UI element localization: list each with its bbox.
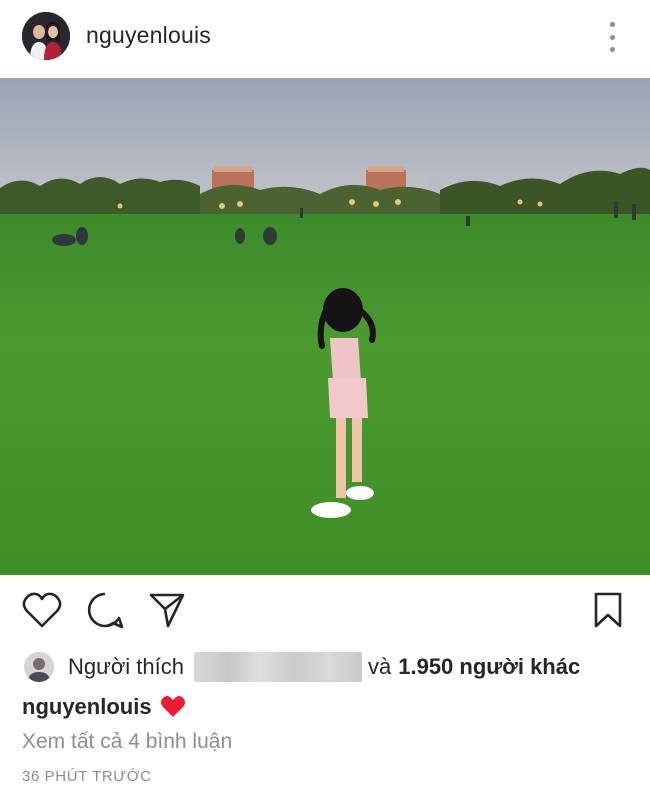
likes-others-link[interactable]: 1.950 người khác [398,654,580,680]
more-dot [609,34,615,40]
more-dot [609,47,615,52]
send-icon[interactable] [145,588,189,632]
comment-icon[interactable] [83,588,127,632]
view-all-comments-link[interactable]: Xem tất cả 4 bình luận [22,730,232,754]
post-actions [0,588,650,636]
likes-row[interactable]: Người thích và 1.950 người khác [24,650,634,684]
post-username[interactable]: nguyenlouis [86,22,211,49]
bookmark-icon[interactable] [586,588,630,632]
caption-username[interactable]: nguyenlouis [22,694,152,720]
caption: nguyenlouis [22,690,186,724]
blurred-liker-name [193,652,362,682]
liker-avatar[interactable] [24,652,54,682]
more-dot [609,22,615,27]
likes-conjunction: và [367,654,392,679]
post-photo[interactable] [0,78,650,575]
red-heart-emoji [160,696,185,717]
heart-outline-icon[interactable] [20,588,64,632]
post-timestamp: 36 PHÚT TRƯỚC [22,768,152,785]
profile-avatar[interactable] [22,12,70,60]
likes-prefix: Người thích [68,654,184,679]
post-header: nguyenlouis [0,0,650,74]
more-vertical-icon[interactable] [600,22,624,52]
